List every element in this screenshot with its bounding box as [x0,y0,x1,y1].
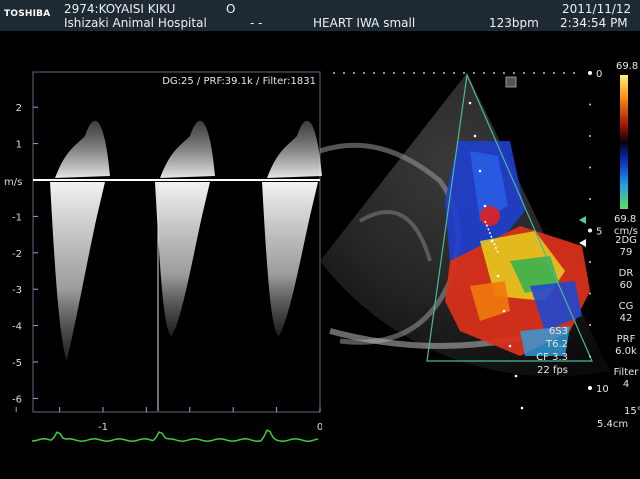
param-value: 6.0k [615,346,637,357]
scan-dot [468,101,472,105]
depth-tick-label: 10 [596,384,609,395]
velocity-tick-label: -6 [12,394,22,405]
brand-logo: TOSHIBA [4,9,51,19]
scan-dot [502,309,506,313]
scan-dot [353,72,355,74]
color-flow-region [445,141,590,356]
scan-dot [343,72,345,74]
color-doppler-image: 69.8 69.8 cm/s 0510 2DG79DR60CG42PRF6.0k… [320,61,640,430]
scan-dot [563,72,565,74]
scan-dot [443,72,445,74]
scan-dot [333,72,335,74]
scan-dot [403,72,405,74]
hospital-name: Ishizaki Animal Hospital [64,16,207,30]
velocity-tick-label: -1 [12,212,22,223]
velocity-unit: m/s [4,177,22,188]
scan-dot [423,72,425,74]
scan-dot [433,72,435,74]
depth-minor-tick [589,292,591,295]
param-label: PRF [617,334,636,345]
depth-tick-label: 5 [596,227,602,238]
velocity-tick-label: -4 [12,322,22,333]
param-label: CG [619,301,634,312]
param-label: 2DG [615,235,637,246]
scan-dot [508,344,512,348]
velocity-tick-label: -5 [12,358,22,369]
scan-dot [483,72,485,74]
scan-dot [483,204,487,208]
scan-dot [363,72,365,74]
patient-id: 2974:KOYAISI KIKU [64,2,176,16]
gate-depth: 5.4cm [597,419,628,430]
scan-dot [543,72,545,74]
steer-angle: 15° [624,406,640,417]
doppler-settings: DG:25 / PRF:39.1k / Filter:1831 [162,76,316,87]
depth-minor-tick [589,355,591,358]
scan-dot [453,72,455,74]
probe-orientation-icon [505,76,517,88]
color-scale-top: 69.8 [616,61,638,72]
depth-minor-tick [589,261,591,263]
velocity-tick-label: -2 [12,249,22,260]
probe-info-line: 6S3 [549,326,568,337]
spectral-doppler-panel: 21-1-2-3-4-5-6 -1 0 m/s DG:25 / PRF:39.1k… [4,71,322,443]
scan-dot [490,239,494,243]
depth-tick-label: 0 [596,69,602,80]
scan-dot [573,72,575,74]
depth-tick [588,386,592,390]
depth-minor-tick [589,103,591,106]
scan-dot [473,134,477,138]
scan-dot [478,169,482,173]
velocity-tick-label: 2 [16,103,22,114]
ecg-trace [32,429,319,443]
probe-info-line: 22 fps [537,365,568,376]
scan-dot [523,72,525,74]
patient-mark: O [226,2,236,16]
probe-info-line: T6.2 [545,339,568,350]
heart-rate: 123bpm [489,16,539,30]
header-dashes: - - [250,16,263,30]
scan-dot [513,72,515,74]
depth-minor-tick [589,135,591,137]
color-velocity-bar [620,75,628,209]
param-label: DR [619,268,634,279]
scan-dot [553,72,555,74]
param-label: Filter [614,367,640,378]
depth-minor-tick [589,198,591,200]
acquisition-parameters: 2DG79 DR60 CG42 PRF6.0k Filter4 [614,235,640,390]
depth-minor-tick [589,229,591,232]
depth-minor-tick [589,166,591,169]
param-value: 42 [620,313,633,324]
scan-dot [503,72,505,74]
scan-dot [383,72,385,74]
scan-dot [463,72,465,74]
scan-dot [413,72,415,74]
scan-dot [393,72,395,74]
scan-dot [496,274,500,278]
scan-dot [514,374,518,378]
exam-date: 2011/11/12 [562,2,632,16]
scan-dot [493,72,495,74]
scan-dot [533,72,535,74]
focus-marker-icon [579,216,586,224]
velocity-tick-label: 1 [16,140,22,151]
param-value: 60 [620,280,633,291]
velocity-tick-label: -3 [12,285,22,296]
probe-info-line: CF 3.3 [536,352,568,363]
color-scale-bottom: 69.8 [614,214,636,225]
param-value: 4 [623,379,629,390]
preset-name: HEART IWA small [313,16,416,30]
time-tick-label: -1 [98,422,108,433]
param-value: 79 [620,247,633,258]
exam-time: 2:34:54 PM [560,16,628,30]
scan-dot [520,406,524,410]
depth-minor-tick [589,324,591,326]
scan-dot [373,72,375,74]
depth-tick [588,71,592,75]
scan-dot [473,72,475,74]
